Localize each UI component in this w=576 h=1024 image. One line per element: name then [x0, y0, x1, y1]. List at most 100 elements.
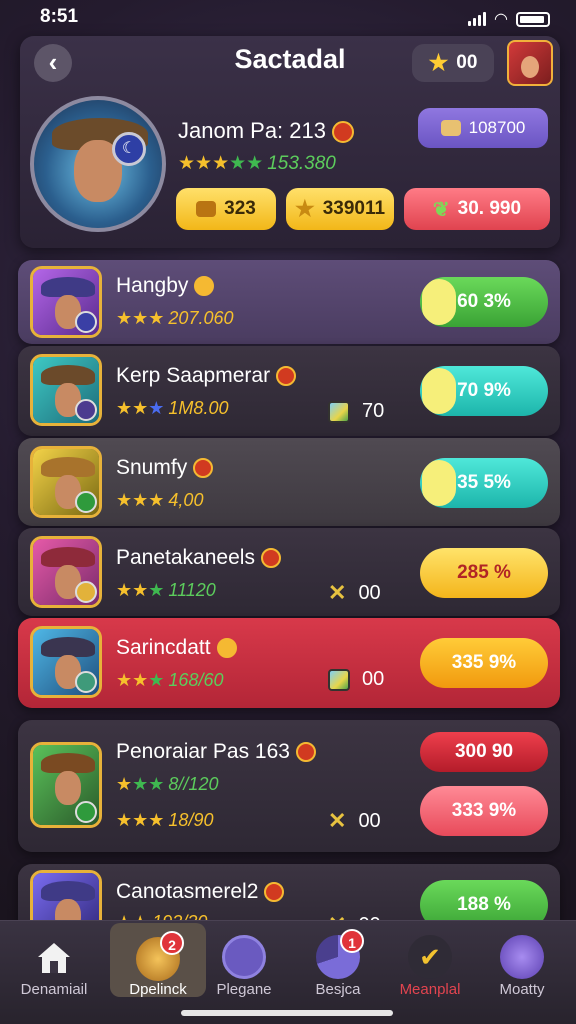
player-rating: ★★★ 168/60 [116, 670, 224, 690]
list-item[interactable]: Penoraiar Pas 163 ★★★ 8//120 ★★★ 18/90 ✕ 00… [18, 720, 560, 852]
back-button[interactable]: ‹ [34, 44, 72, 82]
progress-pill[interactable]: 285 % [420, 548, 548, 598]
medal-icon [193, 458, 214, 479]
tab-plegane[interactable]: Plegane [196, 921, 292, 1024]
tab-meanplal[interactable]: ✔ Meanplal [382, 921, 478, 1024]
home-indicator [181, 1010, 393, 1016]
medal-icon [264, 882, 285, 903]
tab-label: Dpelinck [129, 981, 187, 998]
battery-icon [516, 11, 550, 27]
moon-badge-icon: ☾ [112, 132, 146, 166]
progress-pill[interactable]: 333 9% [420, 786, 548, 836]
star-icon: ★ [294, 196, 315, 221]
list-item[interactable]: Panetakaneels ★★★ 11120 ✕ 00 285 % [18, 528, 560, 616]
status-icons: ◠ [468, 9, 550, 29]
location-pin-icon [500, 935, 544, 979]
star-counter[interactable]: ★ 00 [412, 44, 494, 82]
progress-pill[interactable]: 300 90 [420, 732, 548, 772]
status-time: 8:51 [40, 6, 79, 27]
wifi-icon: ◠ [494, 11, 508, 28]
tab-dpelinck[interactable]: 2 Dpelinck [110, 923, 206, 998]
progress-value: 70 9% [457, 380, 511, 401]
resource-value: 323 [224, 198, 256, 219]
resource-star[interactable]: ★ 339011 [286, 188, 394, 230]
tab-home[interactable]: Denamiail [6, 921, 102, 1024]
medal-icon [216, 638, 237, 659]
player-score: 8//120 [168, 774, 219, 794]
player-score: 18/90 [168, 810, 214, 830]
item-value: 70 [362, 400, 385, 422]
progress-pill[interactable]: 60 3% [420, 277, 548, 327]
resource-chest[interactable]: 323 [176, 188, 276, 230]
shop-button[interactable]: 108700 [418, 108, 548, 148]
avatar [30, 266, 102, 338]
tab-label: Meanplal [399, 981, 461, 998]
check-icon: ✔ [408, 935, 452, 979]
status-bar: 8:51 ◠ [0, 0, 576, 36]
player-rating: ★★★ 1M8.00 [116, 398, 229, 418]
tab-label: Moatty [499, 981, 545, 998]
resource-value: 339011 [322, 198, 386, 219]
player-rating: ★★★ 11120 [116, 580, 216, 600]
medal-icon [276, 366, 297, 387]
player-name: Kerp Saapmerar [116, 364, 297, 388]
home-icon [32, 935, 76, 979]
progress-pill[interactable]: 70 9% [420, 366, 548, 416]
tab-label: Plegane [216, 981, 272, 998]
avatar [30, 354, 102, 426]
progress-value: 335 9% [451, 652, 517, 673]
player-score: 153.380 [267, 153, 336, 174]
avatar [30, 626, 102, 698]
avatar [30, 446, 102, 518]
tab-moatty[interactable]: Moatty [474, 921, 570, 1024]
player-rating: ★★★ 8//120 [116, 774, 219, 794]
player-score: 4,00 [168, 490, 204, 510]
player-name: Janom Pa: 213 [178, 118, 354, 144]
player-name: Canotasmerel2 [116, 880, 285, 904]
avatar [30, 536, 102, 608]
refresh-icon [222, 935, 266, 979]
item-value: 00 [358, 581, 381, 604]
player-name: Hangby [116, 274, 215, 298]
player-name-text: Hangby [116, 274, 189, 297]
item-count: ✕ 00 [328, 580, 381, 606]
player-name: Penoraiar Pas 163 [116, 740, 316, 764]
list-item[interactable]: Kerp Saapmerar ★★★ 1M8.00 70 70 9% [18, 346, 560, 436]
progress-value: 35 5% [457, 472, 511, 493]
progress-pill[interactable]: 335 9% [420, 638, 548, 688]
player-rating: ★★★ 207.060 [116, 308, 234, 328]
player-score: 11120 [168, 580, 216, 600]
chest-icon [440, 120, 461, 136]
player-name-text: Canotasmerel2 [116, 880, 259, 903]
sword-icon: ✕ [328, 580, 347, 605]
tab-label: Denamiail [20, 981, 88, 998]
progress-pill[interactable]: 35 5% [420, 458, 548, 508]
player-score: 1M8.00 [168, 398, 229, 418]
list-item-highlighted[interactable]: Sarincdatt ★★★ 168/60 00 335 9% [18, 618, 560, 708]
page-title: Sactadal [234, 44, 346, 74]
player-rating-secondary: ★★★ 18/90 [116, 810, 214, 830]
progress-value: 333 9% [451, 800, 517, 821]
list-item[interactable]: Hangby ★★★ 207.060 60 3% [18, 260, 560, 344]
player-name: Sarincdatt [116, 636, 237, 660]
item-count: 00 [328, 668, 384, 691]
tab-besjca[interactable]: 1 Besjca [290, 921, 386, 1024]
profile-avatar[interactable] [507, 40, 553, 86]
player-rating: ★★★ 4,00 [116, 490, 204, 510]
progress-value: 188 % [457, 894, 511, 915]
item-count: 70 [328, 400, 384, 423]
progress-value: 300 90 [454, 741, 514, 762]
bottom-tab-bar: Denamiail 2 Dpelinck Plegane 1 Besjca ✔ … [0, 920, 576, 1024]
list-item[interactable]: Snumfy ★★★ 4,00 35 5% [18, 438, 560, 526]
resource-leaf[interactable]: ❦ 30. 990 [404, 188, 550, 230]
player-name-text: Penoraiar Pas 163 [116, 740, 290, 763]
star-icon: ★ [428, 50, 449, 75]
notification-badge: 1 [340, 929, 364, 953]
leaf-icon: ❦ [432, 198, 450, 221]
player-rating: ★★★★★ 153.380 [178, 152, 336, 175]
player-name-text: Snumfy [116, 456, 188, 479]
star-icon: ★★★ [178, 153, 230, 174]
player-name-text: Kerp Saapmerar [116, 364, 271, 387]
player-name-text: Janom Pa: 213 [178, 118, 326, 143]
medal-icon [194, 276, 215, 297]
